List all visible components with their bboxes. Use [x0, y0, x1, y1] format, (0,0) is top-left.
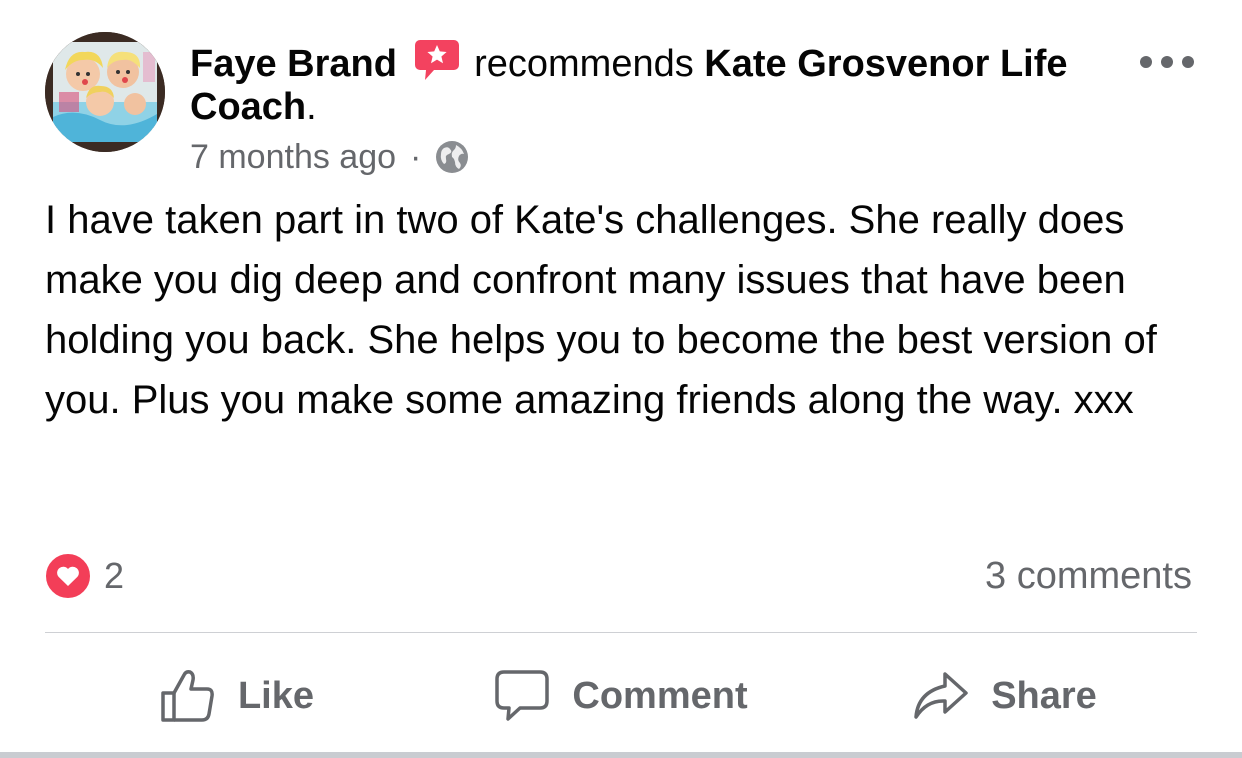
reaction-summary[interactable]: 2	[44, 552, 124, 600]
comment-label: Comment	[572, 674, 748, 717]
post-separator-bar	[0, 752, 1242, 758]
page-name-suffix: .	[306, 86, 317, 128]
recommend-star-icon	[414, 38, 460, 82]
action-text: recommends	[474, 43, 694, 85]
author-avatar[interactable]	[45, 32, 165, 152]
reaction-count: 2	[104, 555, 125, 596]
action-bar: Like Comment Share	[45, 660, 1197, 732]
timestamp[interactable]: 7 months ago	[190, 136, 396, 178]
divider	[45, 632, 1197, 633]
comments-count-link[interactable]: 3 comments	[985, 552, 1192, 600]
heart-icon	[44, 552, 92, 600]
comment-bubble-icon	[495, 670, 550, 721]
like-button[interactable]: Like	[45, 660, 429, 732]
share-button[interactable]: Share	[813, 660, 1197, 732]
author-name[interactable]: Faye Brand	[190, 43, 397, 85]
share-arrow-icon	[914, 672, 968, 719]
globe-icon	[435, 140, 469, 174]
post-meta: 7 months ago ·	[190, 136, 469, 178]
post-header: Faye Brand recommends Kate Grosvenor Lif…	[190, 38, 1110, 129]
more-options-icon[interactable]	[1140, 50, 1194, 74]
share-label: Share	[991, 674, 1097, 717]
comment-button[interactable]: Comment	[429, 660, 813, 732]
thumbs-up-icon	[161, 670, 214, 722]
post-body-text: I have taken part in two of Kate's chall…	[45, 198, 1157, 422]
like-label: Like	[237, 674, 315, 717]
recommendation-post: Faye Brand recommends Kate Grosvenor Lif…	[0, 0, 1242, 752]
meta-separator: ·	[410, 138, 422, 176]
